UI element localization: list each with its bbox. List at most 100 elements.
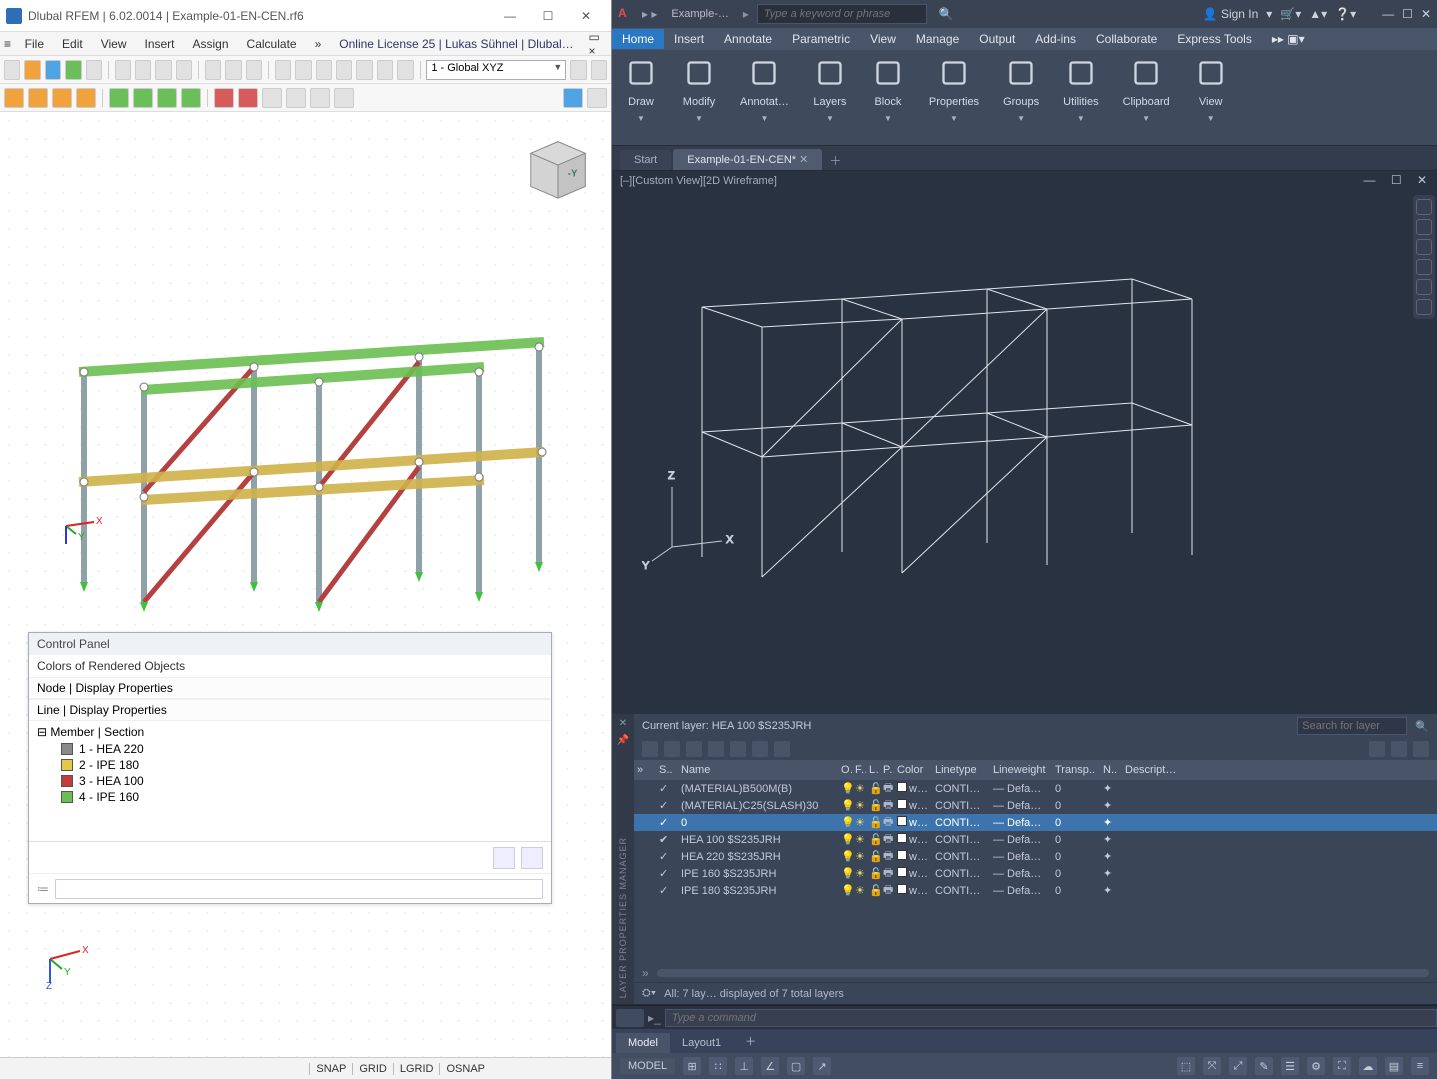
st-c-icon[interactable]: ⤢ — [1229, 1057, 1247, 1075]
lt-d-icon[interactable] — [774, 741, 790, 757]
load-e-icon[interactable] — [109, 88, 129, 108]
close-button[interactable]: ✕ — [1421, 7, 1431, 21]
command-input[interactable] — [665, 1009, 1437, 1027]
minimize-button[interactable]: — — [491, 2, 529, 30]
view-label[interactable]: [–][Custom View][2D Wireframe] — [620, 175, 777, 187]
cp-tree-root[interactable]: Member | Section — [50, 725, 144, 739]
lt-gear-icon[interactable] — [1413, 741, 1429, 757]
load-m-icon[interactable] — [310, 88, 330, 108]
tool-k-icon[interactable] — [570, 60, 586, 80]
right-a-icon[interactable] — [563, 88, 583, 108]
apps-icon[interactable]: ▲▾ — [1309, 7, 1327, 21]
st-f-icon[interactable]: ⚙ — [1307, 1057, 1325, 1075]
cp-row-node[interactable]: Node | Display Properties — [29, 677, 551, 699]
tool-e-icon[interactable] — [295, 60, 311, 80]
cp-section-item[interactable]: 4 - IPE 160 — [37, 789, 543, 805]
tab-home[interactable]: Home — [612, 29, 664, 49]
load-h-icon[interactable] — [181, 88, 201, 108]
menu-calculate[interactable]: Calculate — [239, 35, 305, 53]
coord-system-dropdown[interactable]: 1 - Global XYZ — [426, 60, 566, 80]
lt-refresh-icon[interactable] — [1369, 741, 1385, 757]
lt-c-icon[interactable] — [752, 741, 768, 757]
st-track-icon[interactable]: ↗ — [813, 1057, 831, 1075]
load-k-icon[interactable] — [262, 88, 282, 108]
ribbon-panel-block[interactable]: Block▼ — [859, 50, 917, 145]
nav-wheel-icon[interactable] — [1416, 219, 1432, 235]
ribbon-panel-annotat…[interactable]: Annotat…▼ — [728, 50, 801, 145]
st-grid-icon[interactable]: ⊞ — [683, 1057, 701, 1075]
cp-foot-btn-2[interactable] — [521, 847, 543, 869]
st-i-icon[interactable]: ▤ — [1385, 1057, 1403, 1075]
tab-view[interactable]: View — [860, 29, 906, 49]
st-ortho-icon[interactable]: ⊥ — [735, 1057, 753, 1075]
lt-settings-icon[interactable] — [1391, 741, 1407, 757]
tab-parametric[interactable]: Parametric — [782, 29, 860, 49]
st-b-icon[interactable]: ⤧ — [1203, 1057, 1221, 1075]
st-osnap-icon[interactable]: ▢ — [787, 1057, 805, 1075]
st-e-icon[interactable]: ☰ — [1281, 1057, 1299, 1075]
lp-pin-icon[interactable]: 📌 — [617, 735, 629, 746]
status-lgrid[interactable]: LGRID — [393, 1063, 440, 1075]
undo-icon[interactable] — [155, 60, 171, 80]
load-i-icon[interactable] — [214, 88, 234, 108]
qat-doc[interactable]: Example-… — [665, 6, 734, 22]
ribbon-panel-groups[interactable]: Groups▼ — [991, 50, 1051, 145]
maximize-button[interactable]: ☐ — [529, 2, 567, 30]
tool-g-icon[interactable] — [336, 60, 352, 80]
ribbon-panel-view[interactable]: View▼ — [1182, 50, 1240, 145]
st-h-icon[interactable]: ☁ — [1359, 1057, 1377, 1075]
cp-section-item[interactable]: 3 - HEA 100 — [37, 773, 543, 789]
menu-edit[interactable]: Edit — [54, 35, 91, 53]
nav-more-icon[interactable] — [1416, 299, 1432, 315]
load-c-icon[interactable] — [52, 88, 72, 108]
lt-new-icon[interactable] — [642, 741, 658, 757]
tool-d-icon[interactable] — [275, 60, 291, 80]
ribbon-panel-modify[interactable]: Modify▼ — [670, 50, 728, 145]
autocad-viewport[interactable]: [–][Custom View][2D Wireframe] — ☐ ✕ — [612, 170, 1437, 1005]
tab-layout1[interactable]: Layout1 — [670, 1033, 733, 1053]
tool-l-icon[interactable] — [591, 60, 607, 80]
doc-tab-add[interactable]: ＋ — [824, 150, 846, 170]
lt-new2-icon[interactable] — [664, 741, 680, 757]
layer-row[interactable]: ✓(MATERIAL)B500M(B)💡☀🔓🖶wh…CONTIN…— Defa…… — [634, 780, 1437, 797]
save2-icon[interactable] — [115, 60, 131, 80]
tab-express[interactable]: Express Tools — [1167, 29, 1261, 49]
ribbon-panel-clipboard[interactable]: Clipboard▼ — [1111, 50, 1182, 145]
layer-row[interactable]: ✓IPE 180 $S235JRH💡☀🔓🖶wh…CONTIN…— Defa…0✦ — [634, 882, 1437, 899]
doc-tab-start[interactable]: Start — [620, 150, 671, 170]
cp-input[interactable] — [55, 879, 543, 899]
status-snap[interactable]: SNAP — [309, 1063, 352, 1075]
min-button[interactable]: — — [1382, 7, 1394, 21]
nav-orbit-icon[interactable] — [1416, 279, 1432, 295]
layer-row[interactable]: ✔HEA 100 $S235JRH💡☀🔓🖶wh…CONTIN…— Defa…0✦ — [634, 831, 1437, 848]
tool-h-icon[interactable] — [356, 60, 372, 80]
tool-f-icon[interactable] — [316, 60, 332, 80]
open-icon[interactable] — [24, 60, 40, 80]
lt-b-icon[interactable] — [730, 741, 746, 757]
status-grid[interactable]: GRID — [352, 1063, 393, 1075]
status-model[interactable]: MODEL — [620, 1058, 675, 1074]
cp-section-item[interactable]: 1 - HEA 220 — [37, 741, 543, 757]
menu-insert[interactable]: Insert — [137, 35, 183, 53]
tab-model[interactable]: Model — [616, 1033, 670, 1053]
nav-pan-icon[interactable] — [1416, 239, 1432, 255]
layer-row[interactable]: ✓IPE 160 $S235JRH💡☀🔓🖶wh…CONTIN…— Defa…0✦ — [634, 865, 1437, 882]
help-icon[interactable]: ❔▾ — [1335, 7, 1356, 21]
tab-insert[interactable]: Insert — [664, 29, 714, 49]
layer-row[interactable]: ✓(MATERIAL)C25(SLASH)30💡☀🔓🖶wh…CONTIN…— D… — [634, 797, 1437, 814]
cart-icon[interactable]: 🛒▾ — [1280, 7, 1301, 21]
new-icon[interactable] — [4, 60, 20, 80]
lt-del-icon[interactable] — [686, 741, 702, 757]
max-button[interactable]: ☐ — [1402, 7, 1413, 21]
tab-output[interactable]: Output — [969, 29, 1025, 49]
nav-cube[interactable]: -Y — [519, 130, 597, 202]
nav-cube-icon[interactable] — [1416, 199, 1432, 215]
load-b-icon[interactable] — [28, 88, 48, 108]
st-snap-icon[interactable]: ∷ — [709, 1057, 727, 1075]
load-j-icon[interactable] — [238, 88, 258, 108]
load-d-icon[interactable] — [76, 88, 96, 108]
st-j-icon[interactable]: ≡ — [1411, 1057, 1429, 1075]
lp-close-icon[interactable]: ✕ — [619, 718, 627, 729]
tool-i-icon[interactable] — [377, 60, 393, 80]
menu-assign[interactable]: Assign — [185, 35, 237, 53]
